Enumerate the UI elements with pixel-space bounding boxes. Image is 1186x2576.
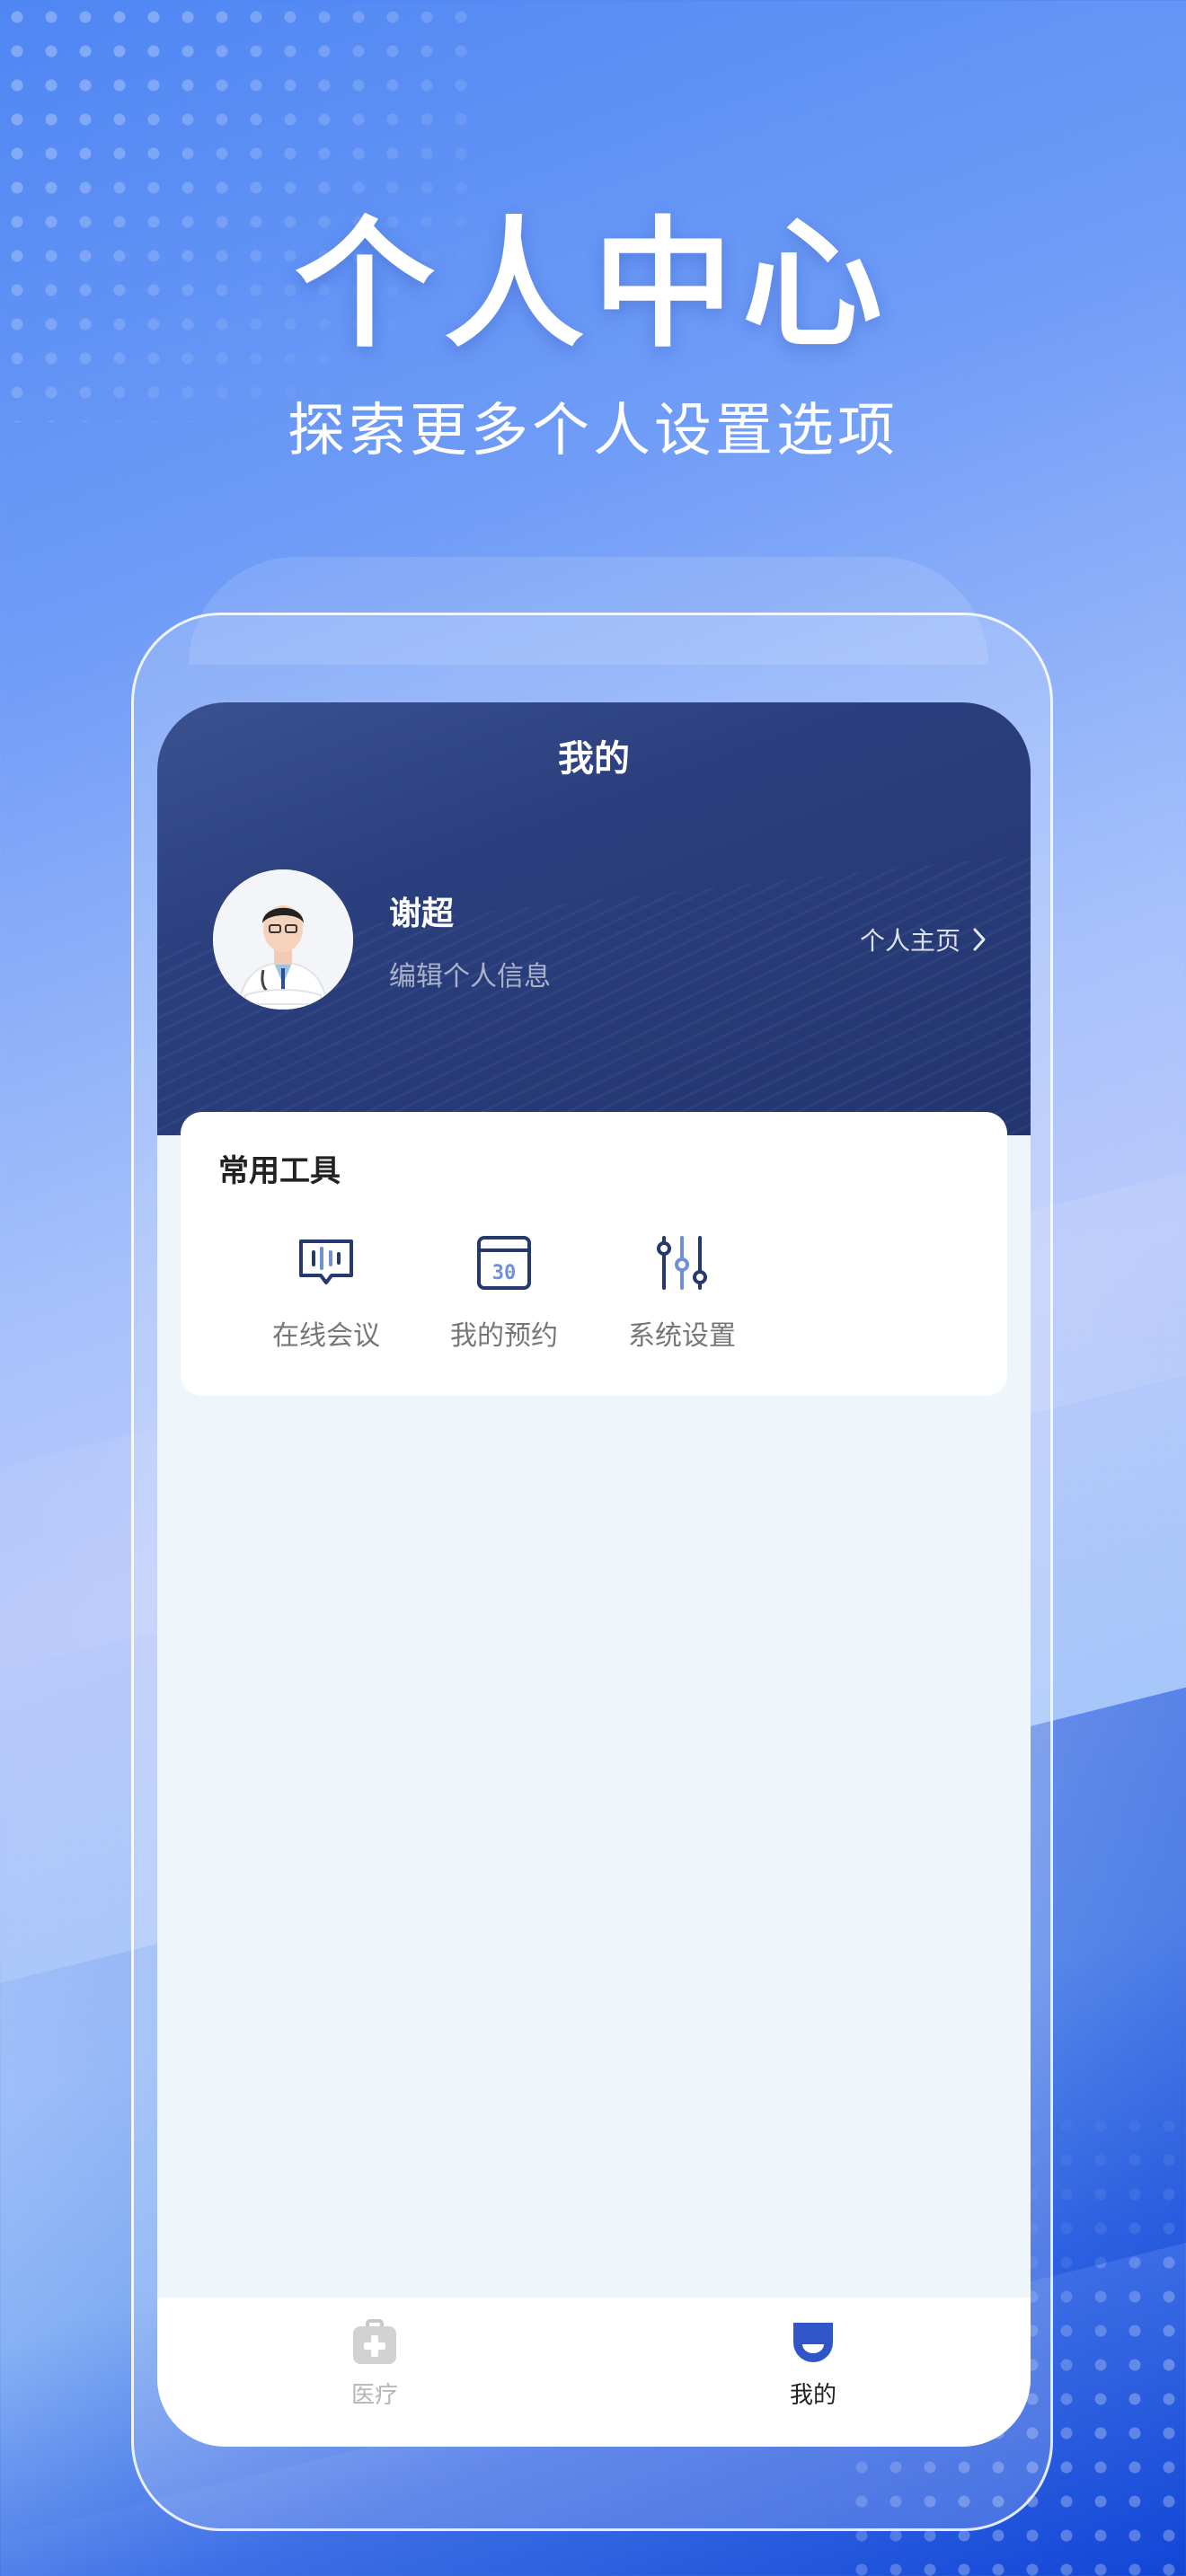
avatar[interactable] <box>213 869 353 1010</box>
common-tools-card: 常用工具 在线会议 30 我的预约 系统设置 <box>181 1112 1007 1396</box>
hero-subtitle: 探索更多个人设置选项 <box>288 398 898 464</box>
personal-homepage-link[interactable]: 个人主页 <box>860 922 987 957</box>
bottom-tab-bar: 医疗 我的 <box>157 2298 1031 2447</box>
chevron-right-icon <box>973 928 986 951</box>
profile-header: 我的 谢超 编辑个人信息 个人主页 <box>157 702 1031 1135</box>
tool-label: 系统设置 <box>628 1320 736 1352</box>
edit-profile-link[interactable]: 编辑个人信息 <box>389 954 551 993</box>
calendar-day-number: 30 <box>492 1262 517 1284</box>
tab-label: 我的 <box>789 2382 836 2409</box>
settings-sliders-icon <box>653 1234 711 1292</box>
tool-online-meeting[interactable]: 在线会议 <box>254 1234 398 1353</box>
tool-system-settings[interactable]: 系统设置 <box>610 1234 754 1353</box>
hero-title: 个人中心 <box>295 203 891 366</box>
tab-medical[interactable]: 医疗 <box>285 2317 465 2410</box>
doctor-avatar-image <box>213 869 353 1010</box>
user-name: 谢超 <box>389 895 455 932</box>
tab-label: 医疗 <box>350 2382 398 2409</box>
medical-kit-icon <box>350 2317 400 2368</box>
app-screen: 我的 谢超 编辑个人信息 个人主页 常用工具 在线会议 30 我的预约 系统设置… <box>157 702 1031 2447</box>
calendar-icon: 30 <box>475 1234 533 1292</box>
meeting-icon <box>297 1234 355 1292</box>
tool-label: 在线会议 <box>272 1320 380 1352</box>
page-title: 我的 <box>558 738 630 780</box>
tool-label: 我的预约 <box>450 1320 558 1352</box>
tab-mine[interactable]: 我的 <box>723 2317 903 2410</box>
tools-title: 常用工具 <box>218 1153 341 1189</box>
personal-homepage-label: 个人主页 <box>859 926 960 956</box>
profile-tab-icon <box>788 2317 838 2368</box>
tool-my-appointments[interactable]: 30 我的预约 <box>432 1234 576 1353</box>
